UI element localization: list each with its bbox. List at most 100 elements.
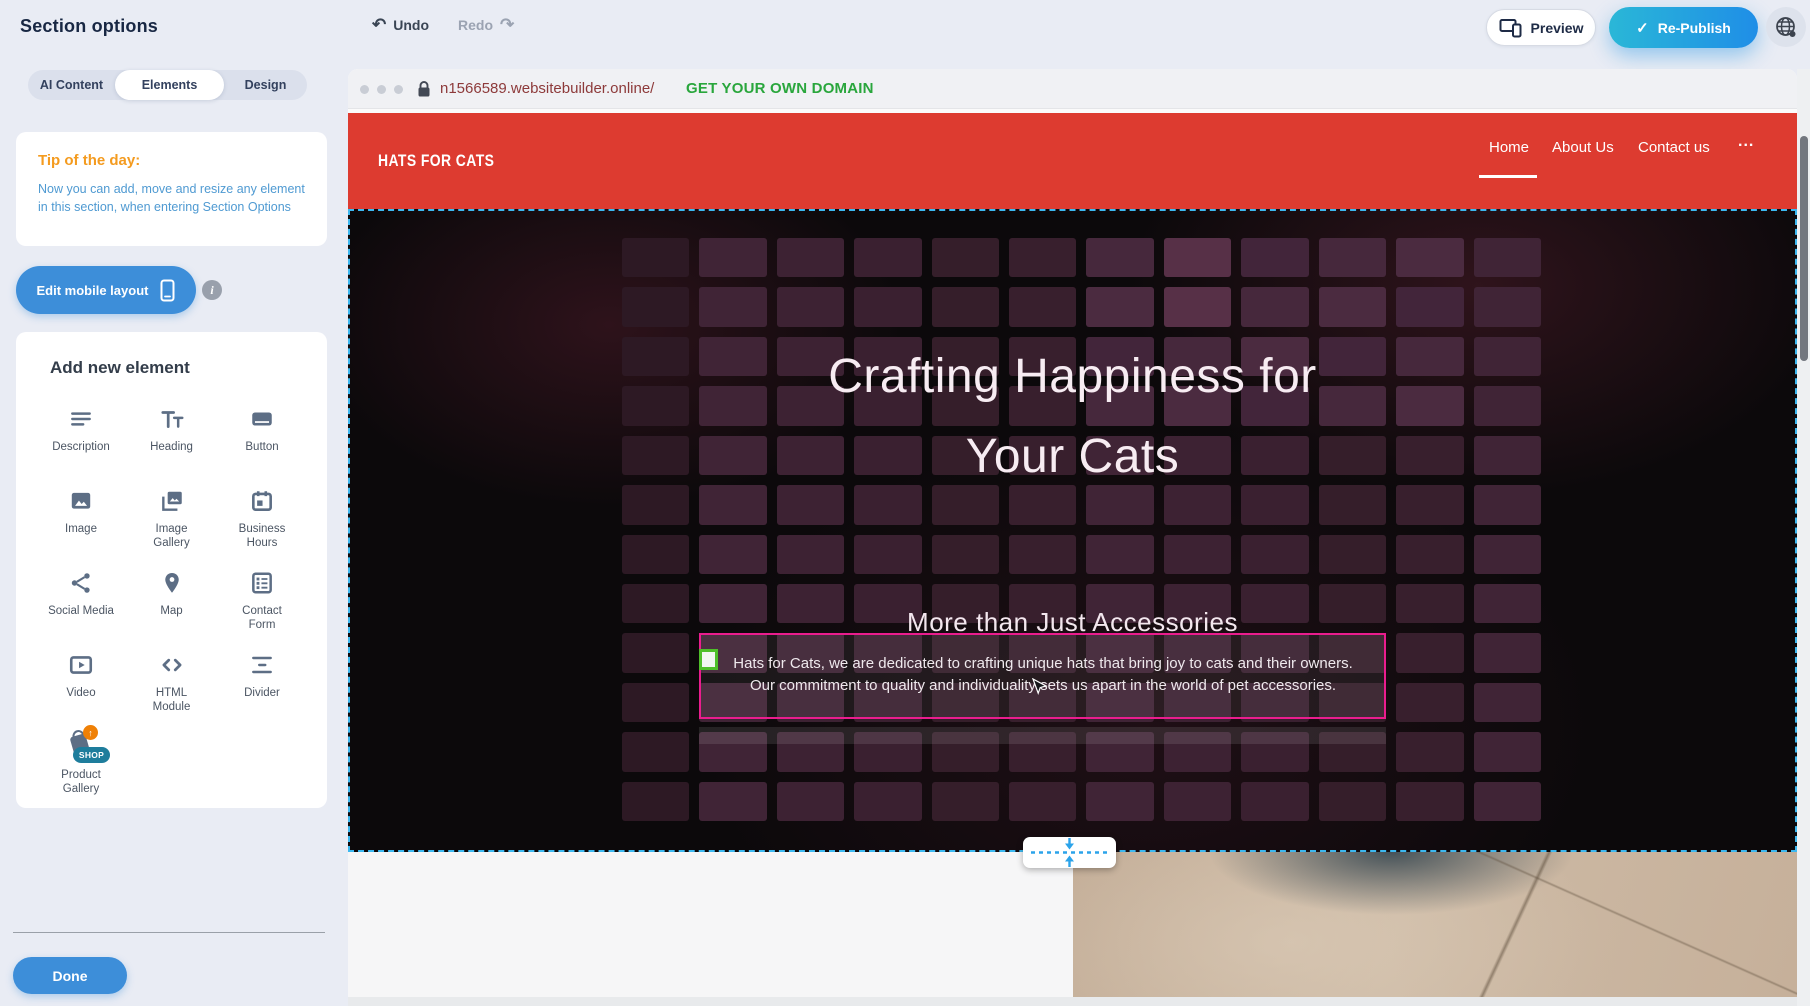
hero-tile (1009, 287, 1076, 326)
next-section-background (348, 852, 1073, 1002)
hero-tile (854, 287, 921, 326)
undo-button[interactable]: ↶ Undo (372, 16, 429, 33)
element-item-description[interactable]: Description (36, 404, 126, 486)
hero-tile (622, 782, 689, 821)
browser-chrome-bar: n1566589.websitebuilder.online/ GET YOUR… (348, 69, 1797, 109)
hero-tile (1319, 535, 1386, 574)
element-item-social-media[interactable]: Social Media (36, 568, 126, 650)
tip-title: Tip of the day: (38, 152, 305, 169)
site-header[interactable]: HATS FOR CATS Home About Us Contact us ... (348, 113, 1797, 209)
hero-tile (1396, 535, 1463, 574)
element-item-business-hours[interactable]: Business Hours (217, 486, 307, 568)
tip-of-the-day-card: Tip of the day: Now you can add, move an… (16, 132, 327, 246)
element-item-video[interactable]: Video (36, 650, 126, 732)
nav-item-about-us[interactable]: About Us (1552, 139, 1614, 156)
redo-label: Redo (458, 17, 493, 33)
hero-tile (1009, 782, 1076, 821)
edit-mobile-label: Edit mobile layout (37, 283, 149, 298)
element-item-label: Video (66, 686, 95, 700)
element-item-image-gallery[interactable]: Image Gallery (127, 486, 217, 568)
done-button[interactable]: Done (13, 957, 127, 994)
browser-dot-icon (394, 85, 403, 94)
lock-icon (416, 80, 432, 103)
scrollbar-thumb[interactable] (1800, 136, 1808, 361)
element-item-html-module[interactable]: HTML Module (127, 650, 217, 732)
hero-tile (1319, 238, 1386, 277)
hero-heading[interactable]: Crafting Happiness for Your Cats (348, 337, 1797, 497)
hero-tile (1241, 782, 1308, 821)
hero-tile (1086, 535, 1153, 574)
hero-tile (1086, 238, 1153, 277)
info-icon[interactable]: i (202, 280, 222, 300)
image-icon (66, 486, 96, 516)
hero-tile (1396, 238, 1463, 277)
element-item-product-gallery[interactable]: ↑SHOPProduct Gallery (36, 732, 126, 814)
element-drag-handle[interactable] (699, 649, 718, 670)
hero-tile (1241, 287, 1308, 326)
hero-tile (1474, 732, 1541, 771)
shop-badge: SHOP (73, 747, 110, 763)
hero-tile (1474, 782, 1541, 821)
element-item-button[interactable]: Button (217, 404, 307, 486)
globe-button[interactable] (1766, 7, 1806, 47)
hero-tile (1009, 238, 1076, 277)
social-media-icon (66, 568, 96, 598)
nav-active-underline (1479, 175, 1537, 178)
element-item-contact-form[interactable]: Contact Form (217, 568, 307, 650)
sidebar-tabs: AI Content Elements Design (28, 70, 307, 100)
hero-tile (777, 535, 844, 574)
hero-tile (1009, 535, 1076, 574)
republish-label: Re-Publish (1658, 20, 1731, 36)
element-item-image[interactable]: Image (36, 486, 126, 568)
element-item-heading[interactable]: Heading (127, 404, 217, 486)
get-your-own-domain-link[interactable]: GET YOUR OWN DOMAIN (686, 80, 874, 97)
hero-tile (1241, 238, 1308, 277)
hero-tile (622, 732, 689, 771)
map-icon (157, 568, 187, 598)
element-item-label: Image (65, 522, 97, 536)
nav-item-home[interactable]: Home (1489, 139, 1529, 156)
edit-mobile-layout-button[interactable]: Edit mobile layout (16, 266, 196, 314)
republish-button[interactable]: ✓ Re-Publish (1609, 7, 1758, 48)
site-logo[interactable]: HATS FOR CATS (378, 151, 494, 171)
globe-icon (1774, 15, 1798, 39)
redo-button[interactable]: Redo ↷ (458, 16, 514, 33)
element-item-label: Description (52, 440, 110, 454)
add-element-panel: Add new element Description HeadingButton… (16, 332, 327, 808)
heading-icon (157, 404, 187, 434)
image-gallery-icon (157, 486, 187, 516)
element-item-divider[interactable]: Divider (217, 650, 307, 732)
hero-tile (1396, 683, 1463, 722)
hero-tile (854, 238, 921, 277)
pavement-photo[interactable] (1073, 852, 1797, 1002)
site-url[interactable]: n1566589.websitebuilder.online/ (440, 80, 654, 97)
hero-tile (777, 287, 844, 326)
nav-item-contact-us[interactable]: Contact us (1638, 139, 1710, 156)
hero-tile (1241, 535, 1308, 574)
tab-design[interactable]: Design (224, 70, 307, 100)
nav-more-button[interactable]: ... (1738, 133, 1754, 151)
tab-ai-content[interactable]: AI Content (28, 70, 115, 100)
video-icon (66, 650, 96, 680)
hero-tile (1164, 782, 1231, 821)
resize-arrows-icon (1027, 838, 1112, 867)
element-item-label: Business Hours (239, 522, 286, 551)
element-item-label: Map (160, 604, 182, 618)
add-element-title: Add new element (50, 358, 307, 378)
hero-tile (932, 535, 999, 574)
hero-tile (1164, 287, 1231, 326)
hero-tile (1396, 732, 1463, 771)
hero-tile (699, 238, 766, 277)
hero-tile (1396, 287, 1463, 326)
hero-tile (777, 238, 844, 277)
divider-icon (247, 650, 277, 680)
element-item-map[interactable]: Map (127, 568, 217, 650)
hero-tile (1319, 287, 1386, 326)
hero-paragraph[interactable]: Hats for Cats, we are dedicated to craft… (693, 653, 1393, 697)
preview-button[interactable]: Preview (1486, 9, 1596, 46)
element-item-label: Image Gallery (153, 522, 189, 551)
hero-section-selected[interactable]: Crafting Happiness for Your Cats More th… (348, 209, 1797, 852)
tab-elements[interactable]: Elements (115, 70, 224, 100)
section-resize-handle[interactable] (1023, 837, 1116, 868)
paragraph-selection-box[interactable]: Hats for Cats, we are dedicated to craft… (699, 633, 1386, 719)
